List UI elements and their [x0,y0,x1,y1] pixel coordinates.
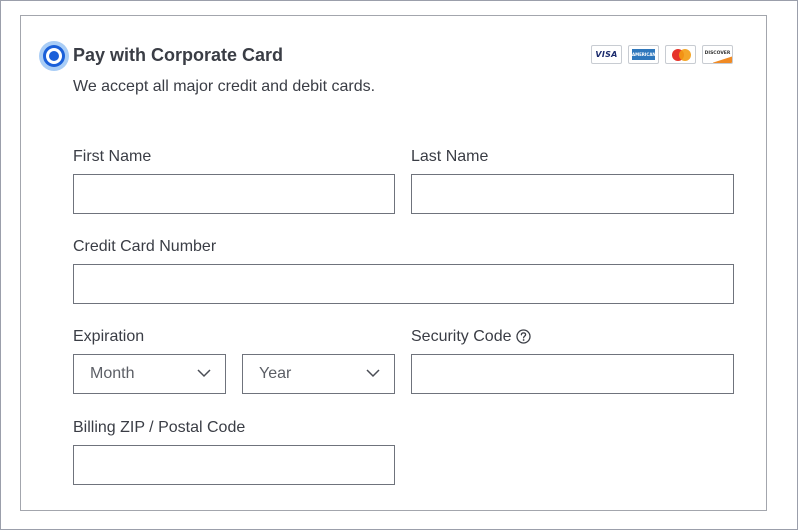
expiration-label: Expiration [73,328,145,345]
pay-with-card-radio[interactable] [43,45,65,67]
visa-logo-text: VISA [595,50,618,59]
security-code-input[interactable] [411,354,734,394]
zip-input[interactable] [73,445,395,485]
amex-logo-text: AMERICAN EXPRESS [632,49,655,60]
last-name-input[interactable] [411,174,734,214]
year-select-value: Year [259,365,292,382]
chevron-down-icon [366,369,380,378]
security-code-label: Security Code [411,328,512,345]
month-select-value: Month [90,365,135,382]
discover-icon: DISCOVER [702,45,733,64]
expiration-month-select[interactable]: Month [73,354,226,394]
card-number-label: Credit Card Number [73,238,217,255]
expiration-year-select[interactable]: Year [242,354,395,394]
payment-option-subtitle: We accept all major credit and debit car… [73,78,376,95]
chevron-down-icon [197,369,211,378]
payment-option-title[interactable]: Pay with Corporate Card [73,45,283,66]
visa-icon: VISA [591,45,622,64]
zip-label: Billing ZIP / Postal Code [73,419,246,436]
mastercard-icon [665,45,696,64]
discover-logo-text: DISCOVER [704,51,731,56]
question-circle-icon[interactable] [516,329,531,344]
first-name-input[interactable] [73,174,395,214]
amex-icon: AMERICAN EXPRESS [628,45,659,64]
last-name-label: Last Name [411,148,489,165]
first-name-label: First Name [73,148,152,165]
card-number-input[interactable] [73,264,734,304]
